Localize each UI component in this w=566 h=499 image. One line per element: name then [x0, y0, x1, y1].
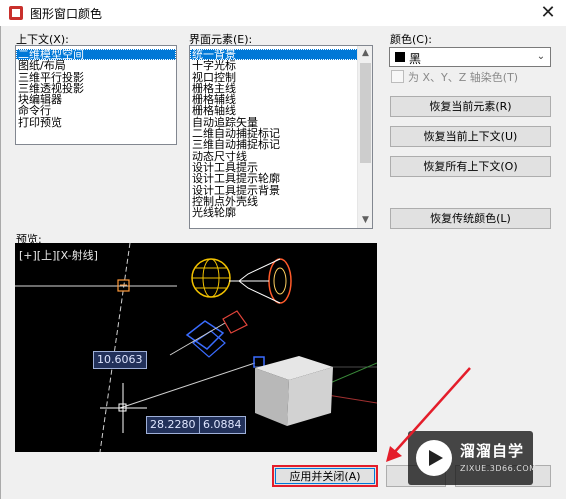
color-swatch	[395, 52, 405, 62]
color-select[interactable]: 黑 ⌄	[389, 47, 551, 67]
color-value: 黑	[409, 52, 422, 66]
color-label: 颜色(C):	[390, 33, 432, 46]
scrollbar-thumb[interactable]	[360, 63, 371, 163]
context-list-item[interactable]: 图纸/布局	[16, 60, 176, 71]
watermark-title: 溜溜自学	[460, 442, 525, 460]
globe-light-icon	[191, 258, 231, 298]
interface-elements-list[interactable]: 统一背景 十字光标 视口控制 栅格主线 栅格辅线 栅格轴线 自动追踪矢量 二维自动捕捉标记 三维…	[189, 45, 373, 229]
cube-object	[255, 356, 333, 426]
viewport-label: [+][上][X-射线]	[19, 249, 98, 262]
interface-element-item[interactable]: 十字光标	[190, 60, 372, 71]
dimension-tooltip: 10.6063	[93, 351, 147, 369]
dimension-tooltip: 28.2280	[146, 416, 200, 434]
spotlight-icon	[229, 258, 292, 304]
context-list[interactable]: 二维模型空间 图纸/布局 三维平行投影 三维透视投影 块编辑器 命令行 打印预览	[15, 45, 177, 145]
restore-context-button[interactable]: 恢复当前上下文(U)	[390, 126, 551, 147]
chevron-down-icon[interactable]: ⌄	[532, 48, 550, 66]
watermark-subtitle: ZIXUE.3D66.COM	[460, 464, 537, 473]
apply-close-button[interactable]: 应用并关闭(A)	[272, 465, 378, 487]
window-title: 图形窗口颜色	[30, 7, 103, 21]
tint-axes-label: 为 X、Y、Z 轴染色(T)	[408, 71, 519, 84]
scroll-up-icon[interactable]: ▲	[358, 46, 372, 61]
interface-element-item[interactable]: 三维自动捕捉标记	[190, 139, 372, 150]
title-bar: 图形窗口颜色 ✕	[0, 0, 566, 26]
restore-all-button[interactable]: 恢复所有上下文(O)	[390, 156, 551, 177]
preview-viewport: [+][上][X-射线] 10.6063 28.2280 6.0884	[15, 243, 377, 452]
interface-element-item[interactable]: 光线轮廓	[190, 207, 372, 218]
watermark: 溜溜自学 ZIXUE.3D66.COM	[408, 431, 536, 485]
dimension-tooltip: 6.0884	[199, 416, 246, 434]
context-list-item[interactable]: 打印预览	[16, 117, 176, 128]
palette-icon	[9, 6, 23, 20]
watermark-logo-icon	[416, 440, 452, 476]
tint-axes-checkbox[interactable]	[391, 70, 404, 83]
camera-icon	[169, 310, 248, 358]
element-list-scrollbar[interactable]: ▲ ▼	[357, 46, 372, 228]
scroll-down-icon[interactable]: ▼	[358, 213, 372, 228]
restore-element-button[interactable]: 恢复当前元素(R)	[390, 96, 551, 117]
interface-element-item[interactable]: 设计工具提示轮廓	[190, 173, 372, 184]
close-icon[interactable]: ✕	[530, 0, 566, 26]
restore-classic-button[interactable]: 恢复传统颜色(L)	[390, 208, 551, 229]
